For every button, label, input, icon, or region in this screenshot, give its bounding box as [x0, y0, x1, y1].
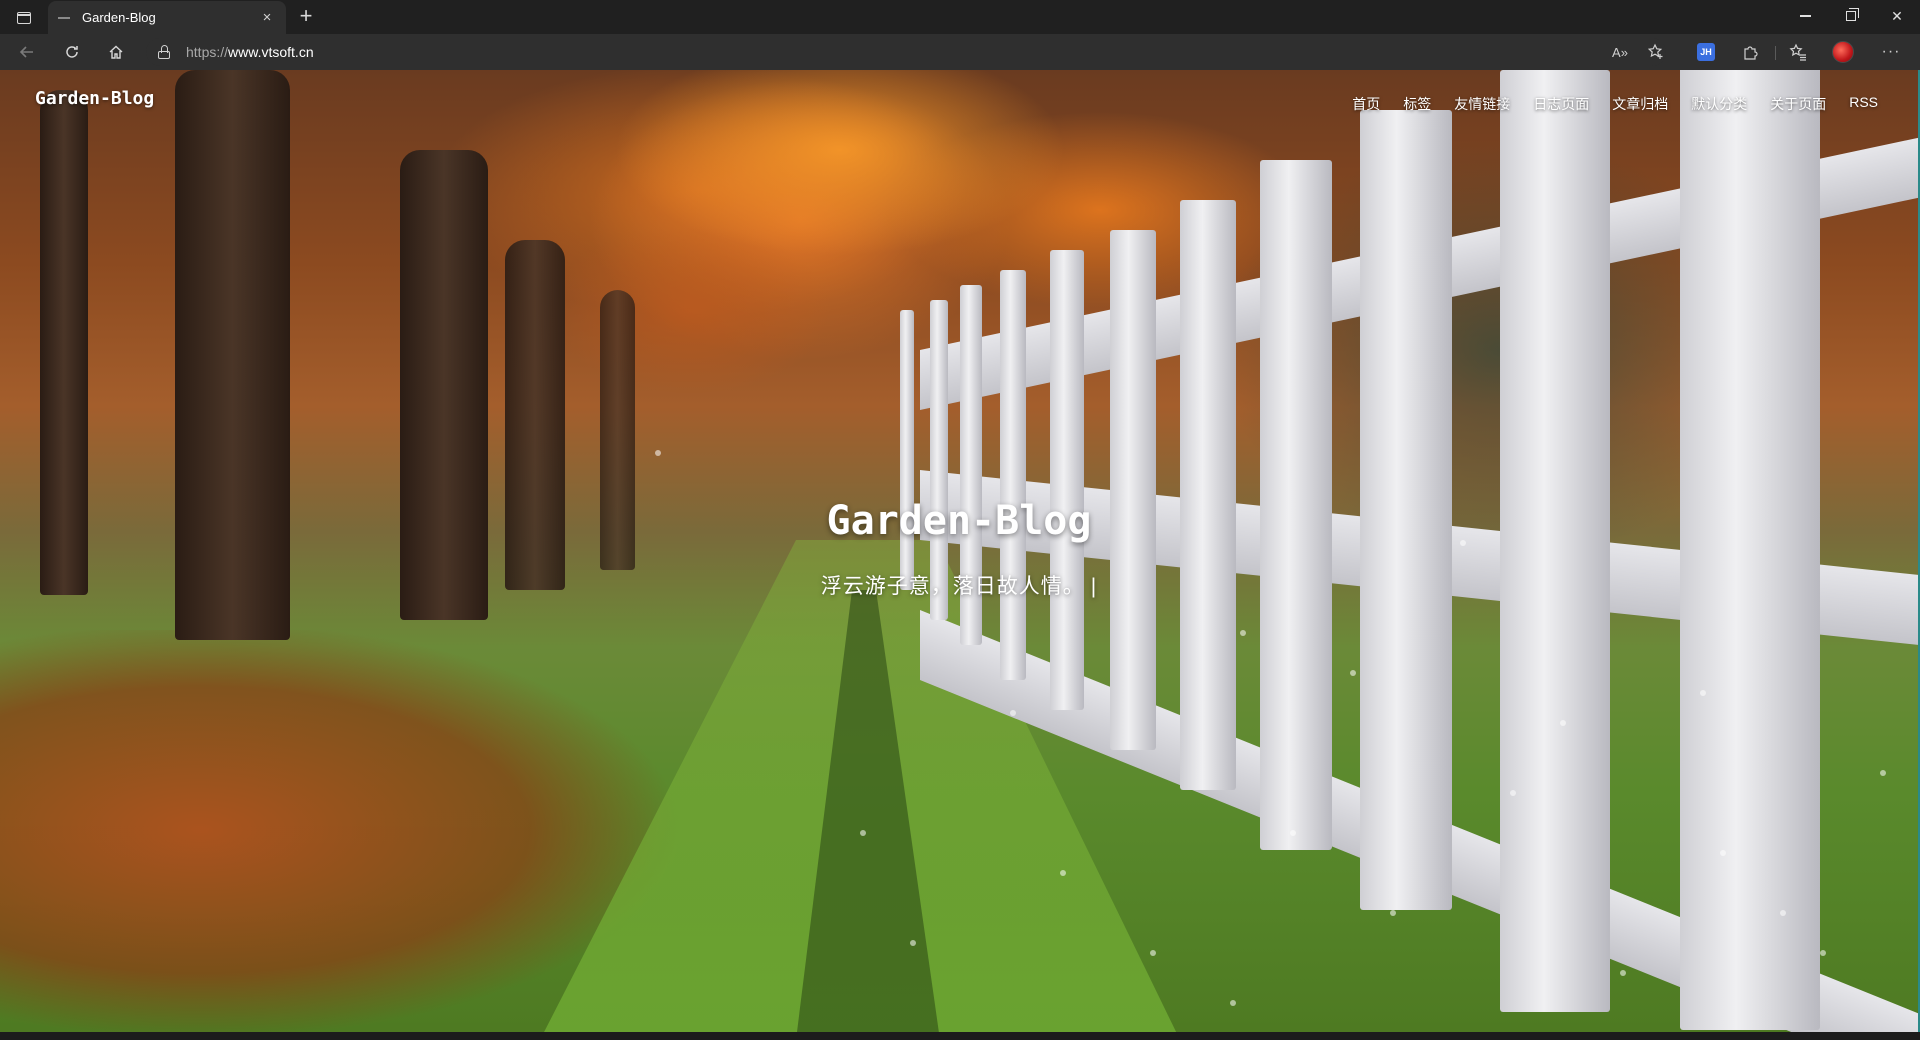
read-aloud-icon[interactable]: A» — [1606, 40, 1634, 64]
hero-subtitle: 浮云游子意，落日故人情。 | — [820, 575, 1098, 598]
puzzle-icon[interactable] — [1737, 40, 1765, 64]
toolbar-divider — [1775, 46, 1776, 60]
lock-icon[interactable] — [158, 45, 170, 59]
site-header: Garden-Blog 首页 标签 友情链接 日志页面 文章归档 默认分类 关于… — [0, 70, 1918, 130]
browser-tab-bar: Garden-Blog × + ✕ — [0, 0, 1920, 34]
typing-caret: | — [1090, 575, 1098, 598]
nav-item-archive[interactable]: 文章归档 — [1612, 94, 1668, 114]
browser-tab[interactable]: Garden-Blog × — [48, 1, 286, 34]
home-icon[interactable] — [102, 40, 130, 64]
window-bottom-edge — [0, 1032, 1920, 1040]
nav-item-tags[interactable]: 标签 — [1403, 94, 1431, 114]
restore-button[interactable] — [1828, 0, 1874, 32]
back-icon[interactable] — [13, 40, 41, 64]
reload-icon[interactable] — [58, 40, 86, 64]
tab-close-icon[interactable]: × — [258, 9, 276, 27]
site-brand-logo[interactable]: Garden-Blog — [35, 88, 154, 109]
site-nav-menu: 首页 标签 友情链接 日志页面 文章归档 默认分类 关于页面 RSS — [1352, 94, 1878, 114]
tab-favicon-icon — [58, 16, 70, 19]
extension-jh-icon[interactable]: JH — [1692, 40, 1720, 64]
url-text[interactable]: https://www.vtsoft.cn — [186, 44, 314, 60]
background-tree-trunk — [400, 150, 488, 620]
address-bar[interactable]: https://www.vtsoft.cn — [146, 38, 1666, 66]
star-plus-icon[interactable] — [1642, 40, 1670, 64]
nav-item-about[interactable]: 关于页面 — [1770, 94, 1826, 114]
more-icon[interactable]: ··· — [1877, 40, 1905, 64]
avatar[interactable] — [1829, 40, 1857, 64]
nav-item-journal[interactable]: 日志页面 — [1533, 94, 1589, 114]
hero-title: Garden-Blog — [826, 498, 1092, 544]
close-window-button[interactable]: ✕ — [1874, 0, 1920, 32]
background-tree-trunk — [175, 70, 290, 640]
hero-section: Garden-Blog 首页 标签 友情链接 日志页面 文章归档 默认分类 关于… — [0, 70, 1918, 1032]
nav-item-friend-links[interactable]: 友情链接 — [1454, 94, 1510, 114]
nav-item-default-category[interactable]: 默认分类 — [1691, 94, 1747, 114]
tab-title: Garden-Blog — [82, 10, 156, 25]
nav-item-home[interactable]: 首页 — [1352, 94, 1380, 114]
tab-actions-menu-icon[interactable] — [10, 6, 38, 30]
new-tab-button[interactable]: + — [293, 4, 319, 30]
nav-item-rss[interactable]: RSS — [1849, 94, 1878, 114]
browser-toolbar: https://www.vtsoft.cn A» JH ··· — [0, 34, 1920, 70]
favorites-icon[interactable] — [1784, 40, 1812, 64]
minimize-button[interactable] — [1782, 0, 1828, 32]
background-fence — [900, 70, 1918, 1032]
